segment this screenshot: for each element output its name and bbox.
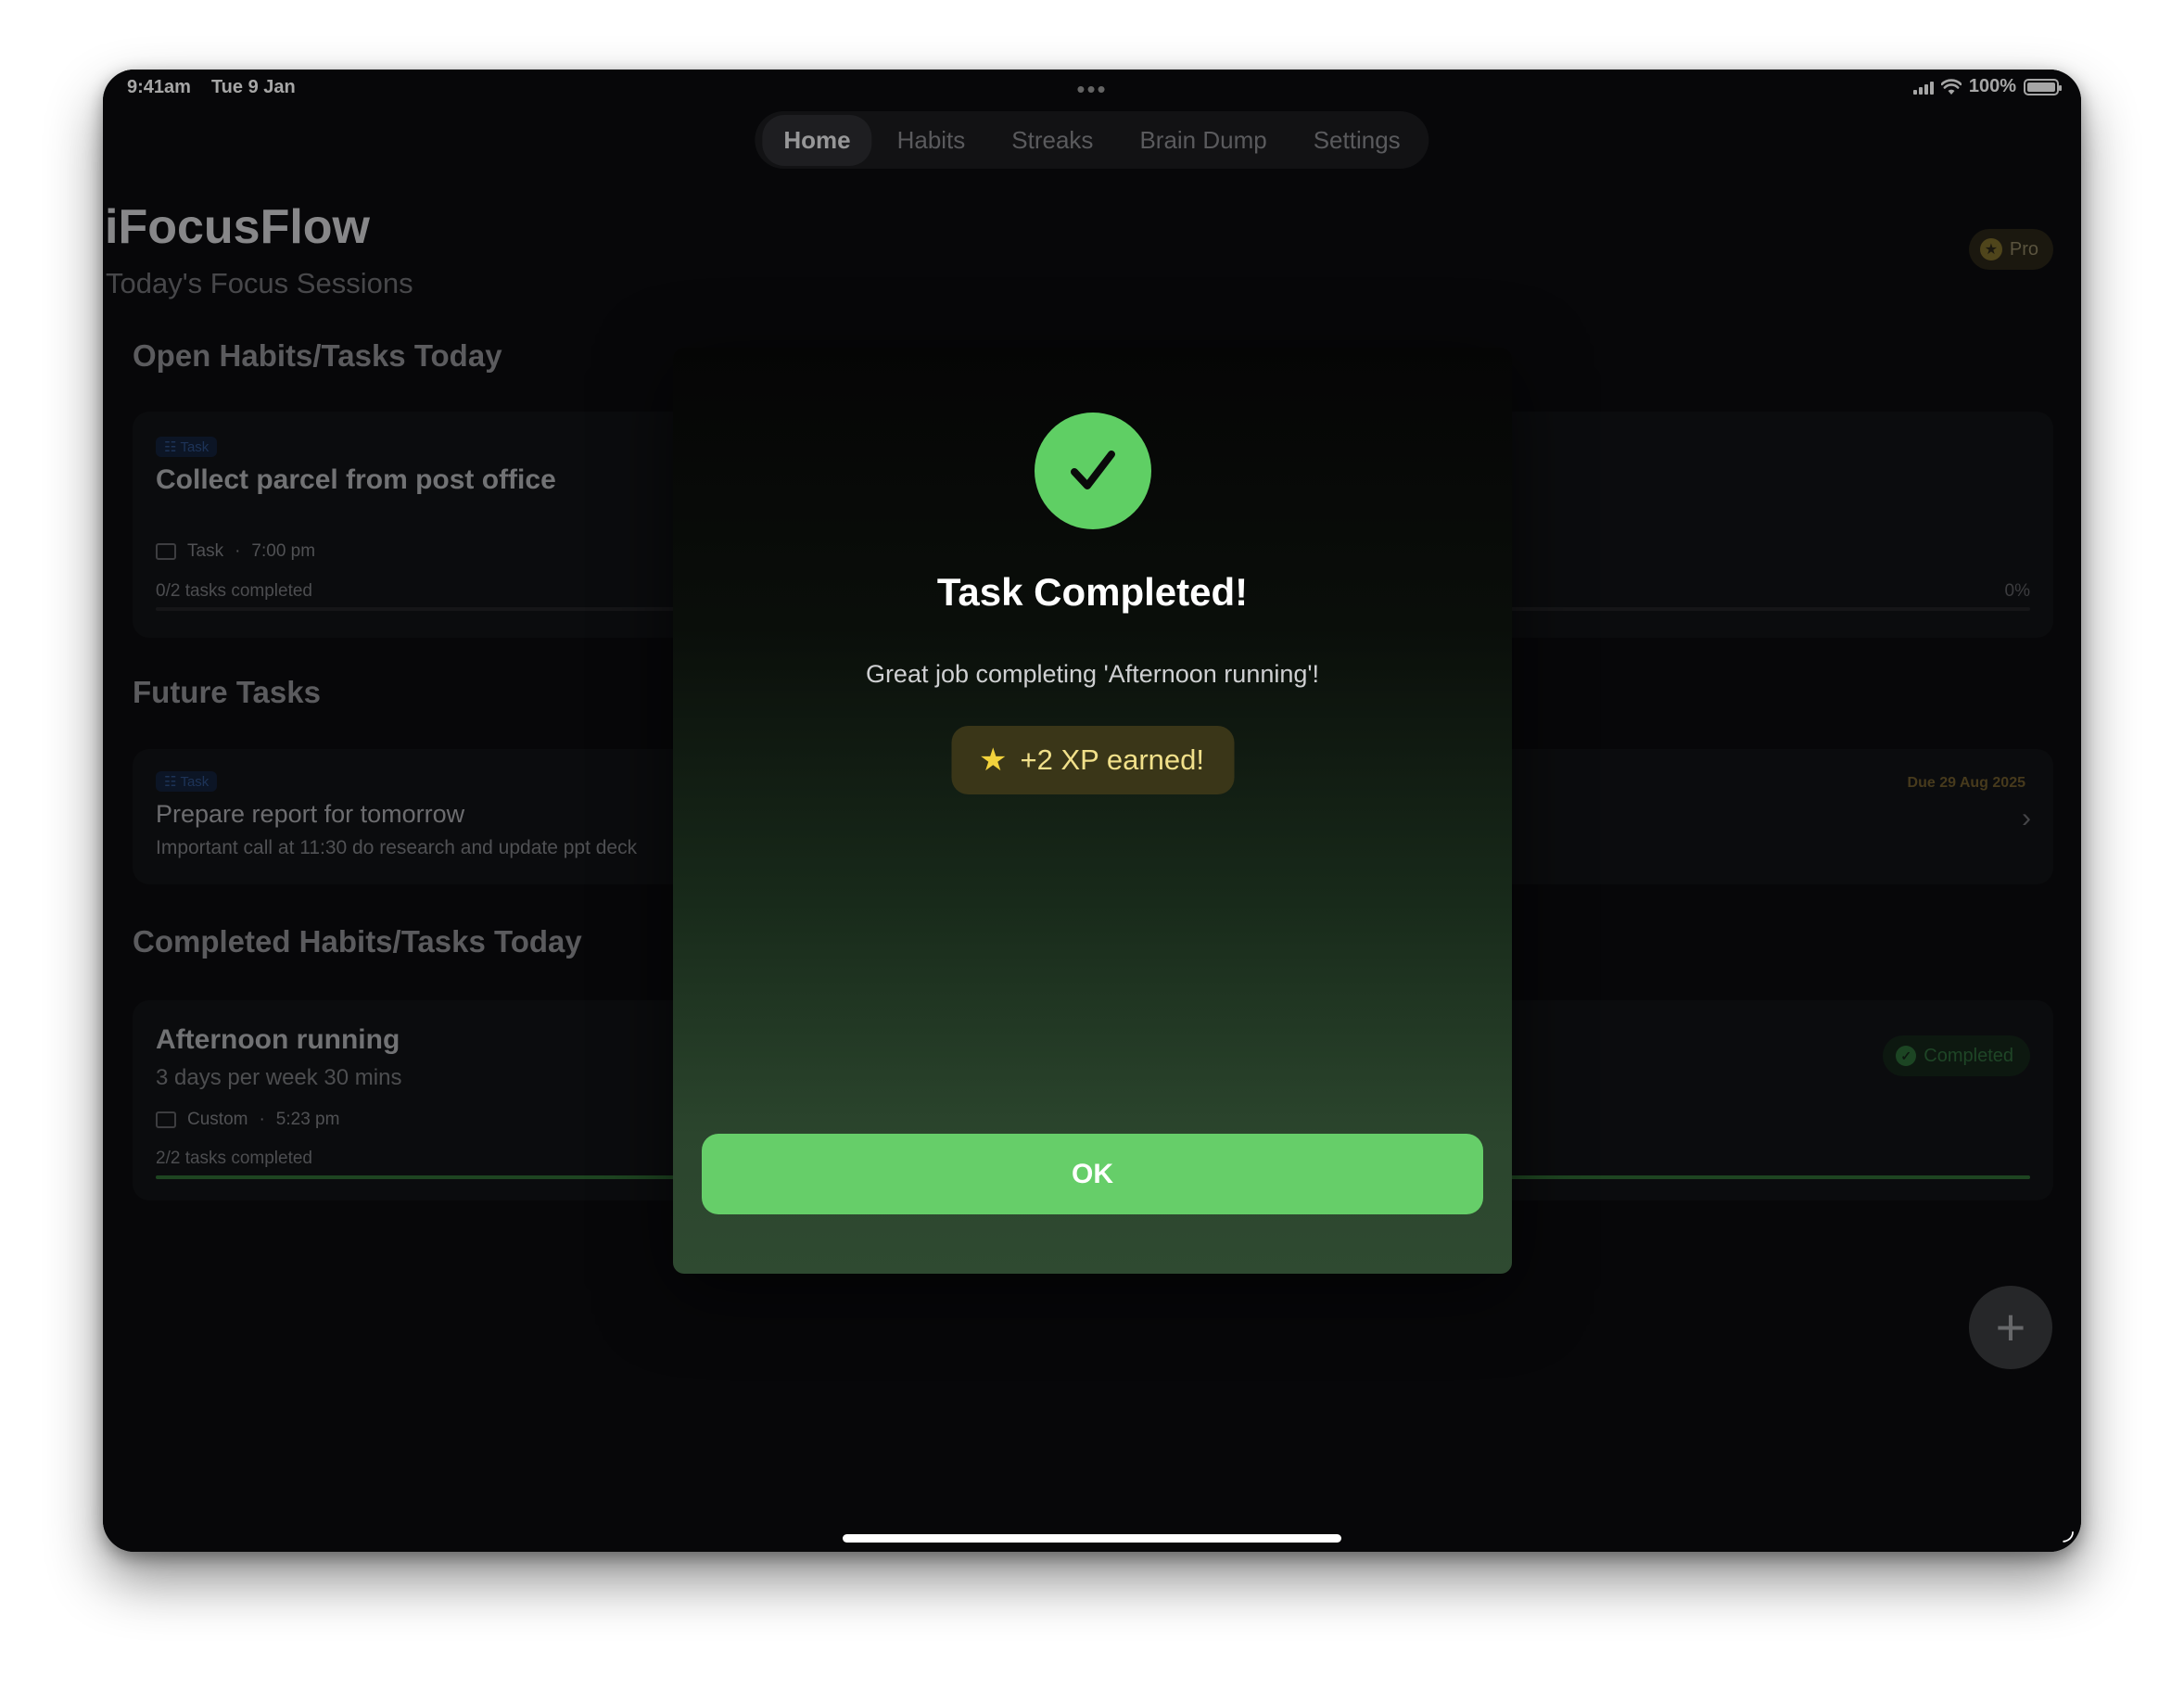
pencil-icon: ◞ (2063, 1515, 2074, 1545)
dialog-message: Great job completing 'Afternoon running'… (865, 660, 1320, 688)
dialog-title: Task Completed! (936, 570, 1249, 614)
home-indicator[interactable] (843, 1534, 1341, 1543)
task-completed-dialog: Task Completed! Great job completing 'Af… (673, 348, 1512, 1274)
ok-button[interactable]: OK (702, 1134, 1483, 1214)
device-frame: 9:41am Tue 9 Jan ••• 100% Home Habits Str… (103, 70, 2081, 1552)
checkmark-circle-icon (1034, 413, 1151, 529)
xp-earned-label: +2 XP earned! (1020, 743, 1204, 776)
xp-earned-badge: ★ +2 XP earned! (951, 726, 1234, 794)
app-screen: 9:41am Tue 9 Jan ••• 100% Home Habits Str… (103, 70, 2081, 1552)
star-icon: ★ (979, 743, 1008, 778)
